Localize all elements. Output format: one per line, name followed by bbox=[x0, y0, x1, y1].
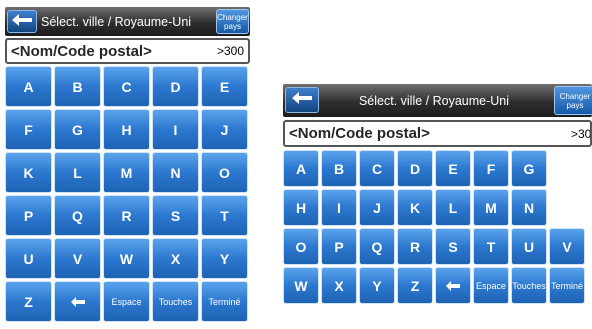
key-s[interactable]: S bbox=[435, 228, 471, 265]
key-b[interactable]: B bbox=[54, 66, 101, 107]
key-h[interactable]: H bbox=[103, 109, 150, 150]
key-f[interactable]: F bbox=[5, 109, 52, 150]
key-espace[interactable]: Espace bbox=[473, 267, 509, 304]
key-termine[interactable]: Terminé bbox=[549, 267, 585, 304]
search-field[interactable]: <Nom/Code postal> >300 bbox=[283, 120, 592, 147]
key-p[interactable]: P bbox=[321, 228, 357, 265]
key-l[interactable]: L bbox=[54, 152, 101, 193]
key-f[interactable]: F bbox=[473, 150, 509, 187]
key-j[interactable]: J bbox=[201, 109, 248, 150]
key-j[interactable]: J bbox=[359, 189, 395, 226]
key-t[interactable]: T bbox=[201, 195, 248, 236]
key-o[interactable]: O bbox=[201, 152, 248, 193]
key-backspace[interactable] bbox=[435, 267, 471, 304]
key-x[interactable]: X bbox=[321, 267, 357, 304]
key-touches[interactable]: Touches bbox=[511, 267, 547, 304]
key-v[interactable]: V bbox=[54, 238, 101, 279]
back-button[interactable] bbox=[7, 10, 37, 33]
key-p[interactable]: P bbox=[5, 195, 52, 236]
change-country-button[interactable]: Changer pays bbox=[216, 9, 249, 34]
backspace-arrow-icon bbox=[70, 294, 85, 310]
key-g[interactable]: G bbox=[511, 150, 547, 187]
key-r[interactable]: R bbox=[397, 228, 433, 265]
search-placeholder: <Nom/Code postal> bbox=[11, 42, 152, 60]
search-placeholder: <Nom/Code postal> bbox=[289, 125, 430, 142]
key-i[interactable]: I bbox=[152, 109, 199, 150]
key-u[interactable]: U bbox=[5, 238, 52, 279]
key-n[interactable]: N bbox=[511, 189, 547, 226]
search-field[interactable]: <Nom/Code postal> >300 bbox=[5, 38, 250, 64]
left-arrow-icon bbox=[12, 13, 32, 31]
key-q[interactable]: Q bbox=[54, 195, 101, 236]
key-z[interactable]: Z bbox=[5, 281, 52, 322]
key-m[interactable]: M bbox=[473, 189, 509, 226]
key-n[interactable]: N bbox=[152, 152, 199, 193]
key-o[interactable]: O bbox=[283, 228, 319, 265]
key-termine[interactable]: Terminé bbox=[201, 281, 248, 322]
city-select-screen-landscape: Sélect. ville / Royaume-Uni Changer pays… bbox=[283, 84, 592, 329]
change-country-button[interactable]: Changer pays bbox=[554, 86, 592, 115]
key-h[interactable]: H bbox=[283, 189, 319, 226]
key-m[interactable]: M bbox=[103, 152, 150, 193]
back-button[interactable] bbox=[285, 87, 319, 113]
key-k[interactable]: K bbox=[397, 189, 433, 226]
key-y[interactable]: Y bbox=[201, 238, 248, 279]
key-a[interactable]: A bbox=[283, 150, 319, 187]
key-e[interactable]: E bbox=[435, 150, 471, 187]
key-r[interactable]: R bbox=[103, 195, 150, 236]
key-s[interactable]: S bbox=[152, 195, 199, 236]
key-z[interactable]: Z bbox=[397, 267, 433, 304]
key-espace[interactable]: Espace bbox=[103, 281, 150, 322]
key-k[interactable]: K bbox=[5, 152, 52, 193]
key-a[interactable]: A bbox=[5, 66, 52, 107]
key-i[interactable]: I bbox=[321, 189, 357, 226]
key-d[interactable]: D bbox=[397, 150, 433, 187]
key-w[interactable]: W bbox=[103, 238, 150, 279]
city-select-screen-portrait: Sélect. ville / Royaume-Uni Changer pays… bbox=[5, 7, 250, 329]
result-count: >300 bbox=[216, 44, 244, 58]
screen-title: Sélect. ville / Royaume-Uni bbox=[358, 93, 510, 108]
key-c[interactable]: C bbox=[359, 150, 395, 187]
key-touches[interactable]: Touches bbox=[152, 281, 199, 322]
key-g[interactable]: G bbox=[54, 109, 101, 150]
key-v[interactable]: V bbox=[549, 228, 585, 265]
left-arrow-icon bbox=[292, 91, 312, 109]
title-bar: Sélect. ville / Royaume-Uni Changer pays bbox=[5, 7, 250, 36]
screen-title: Sélect. ville / Royaume-Uni bbox=[41, 14, 192, 29]
title-bar: Sélect. ville / Royaume-Uni Changer pays bbox=[283, 84, 592, 117]
key-y[interactable]: Y bbox=[359, 267, 395, 304]
key-backspace[interactable] bbox=[54, 281, 101, 322]
key-l[interactable]: L bbox=[435, 189, 471, 226]
key-x[interactable]: X bbox=[152, 238, 199, 279]
key-b[interactable]: B bbox=[321, 150, 357, 187]
key-c[interactable]: C bbox=[103, 66, 150, 107]
key-q[interactable]: Q bbox=[359, 228, 395, 265]
key-u[interactable]: U bbox=[511, 228, 547, 265]
backspace-arrow-icon bbox=[446, 278, 460, 294]
key-e[interactable]: E bbox=[201, 66, 248, 107]
key-w[interactable]: W bbox=[283, 267, 319, 304]
result-count: >300 bbox=[570, 126, 592, 141]
key-d[interactable]: D bbox=[152, 66, 199, 107]
key-t[interactable]: T bbox=[473, 228, 509, 265]
